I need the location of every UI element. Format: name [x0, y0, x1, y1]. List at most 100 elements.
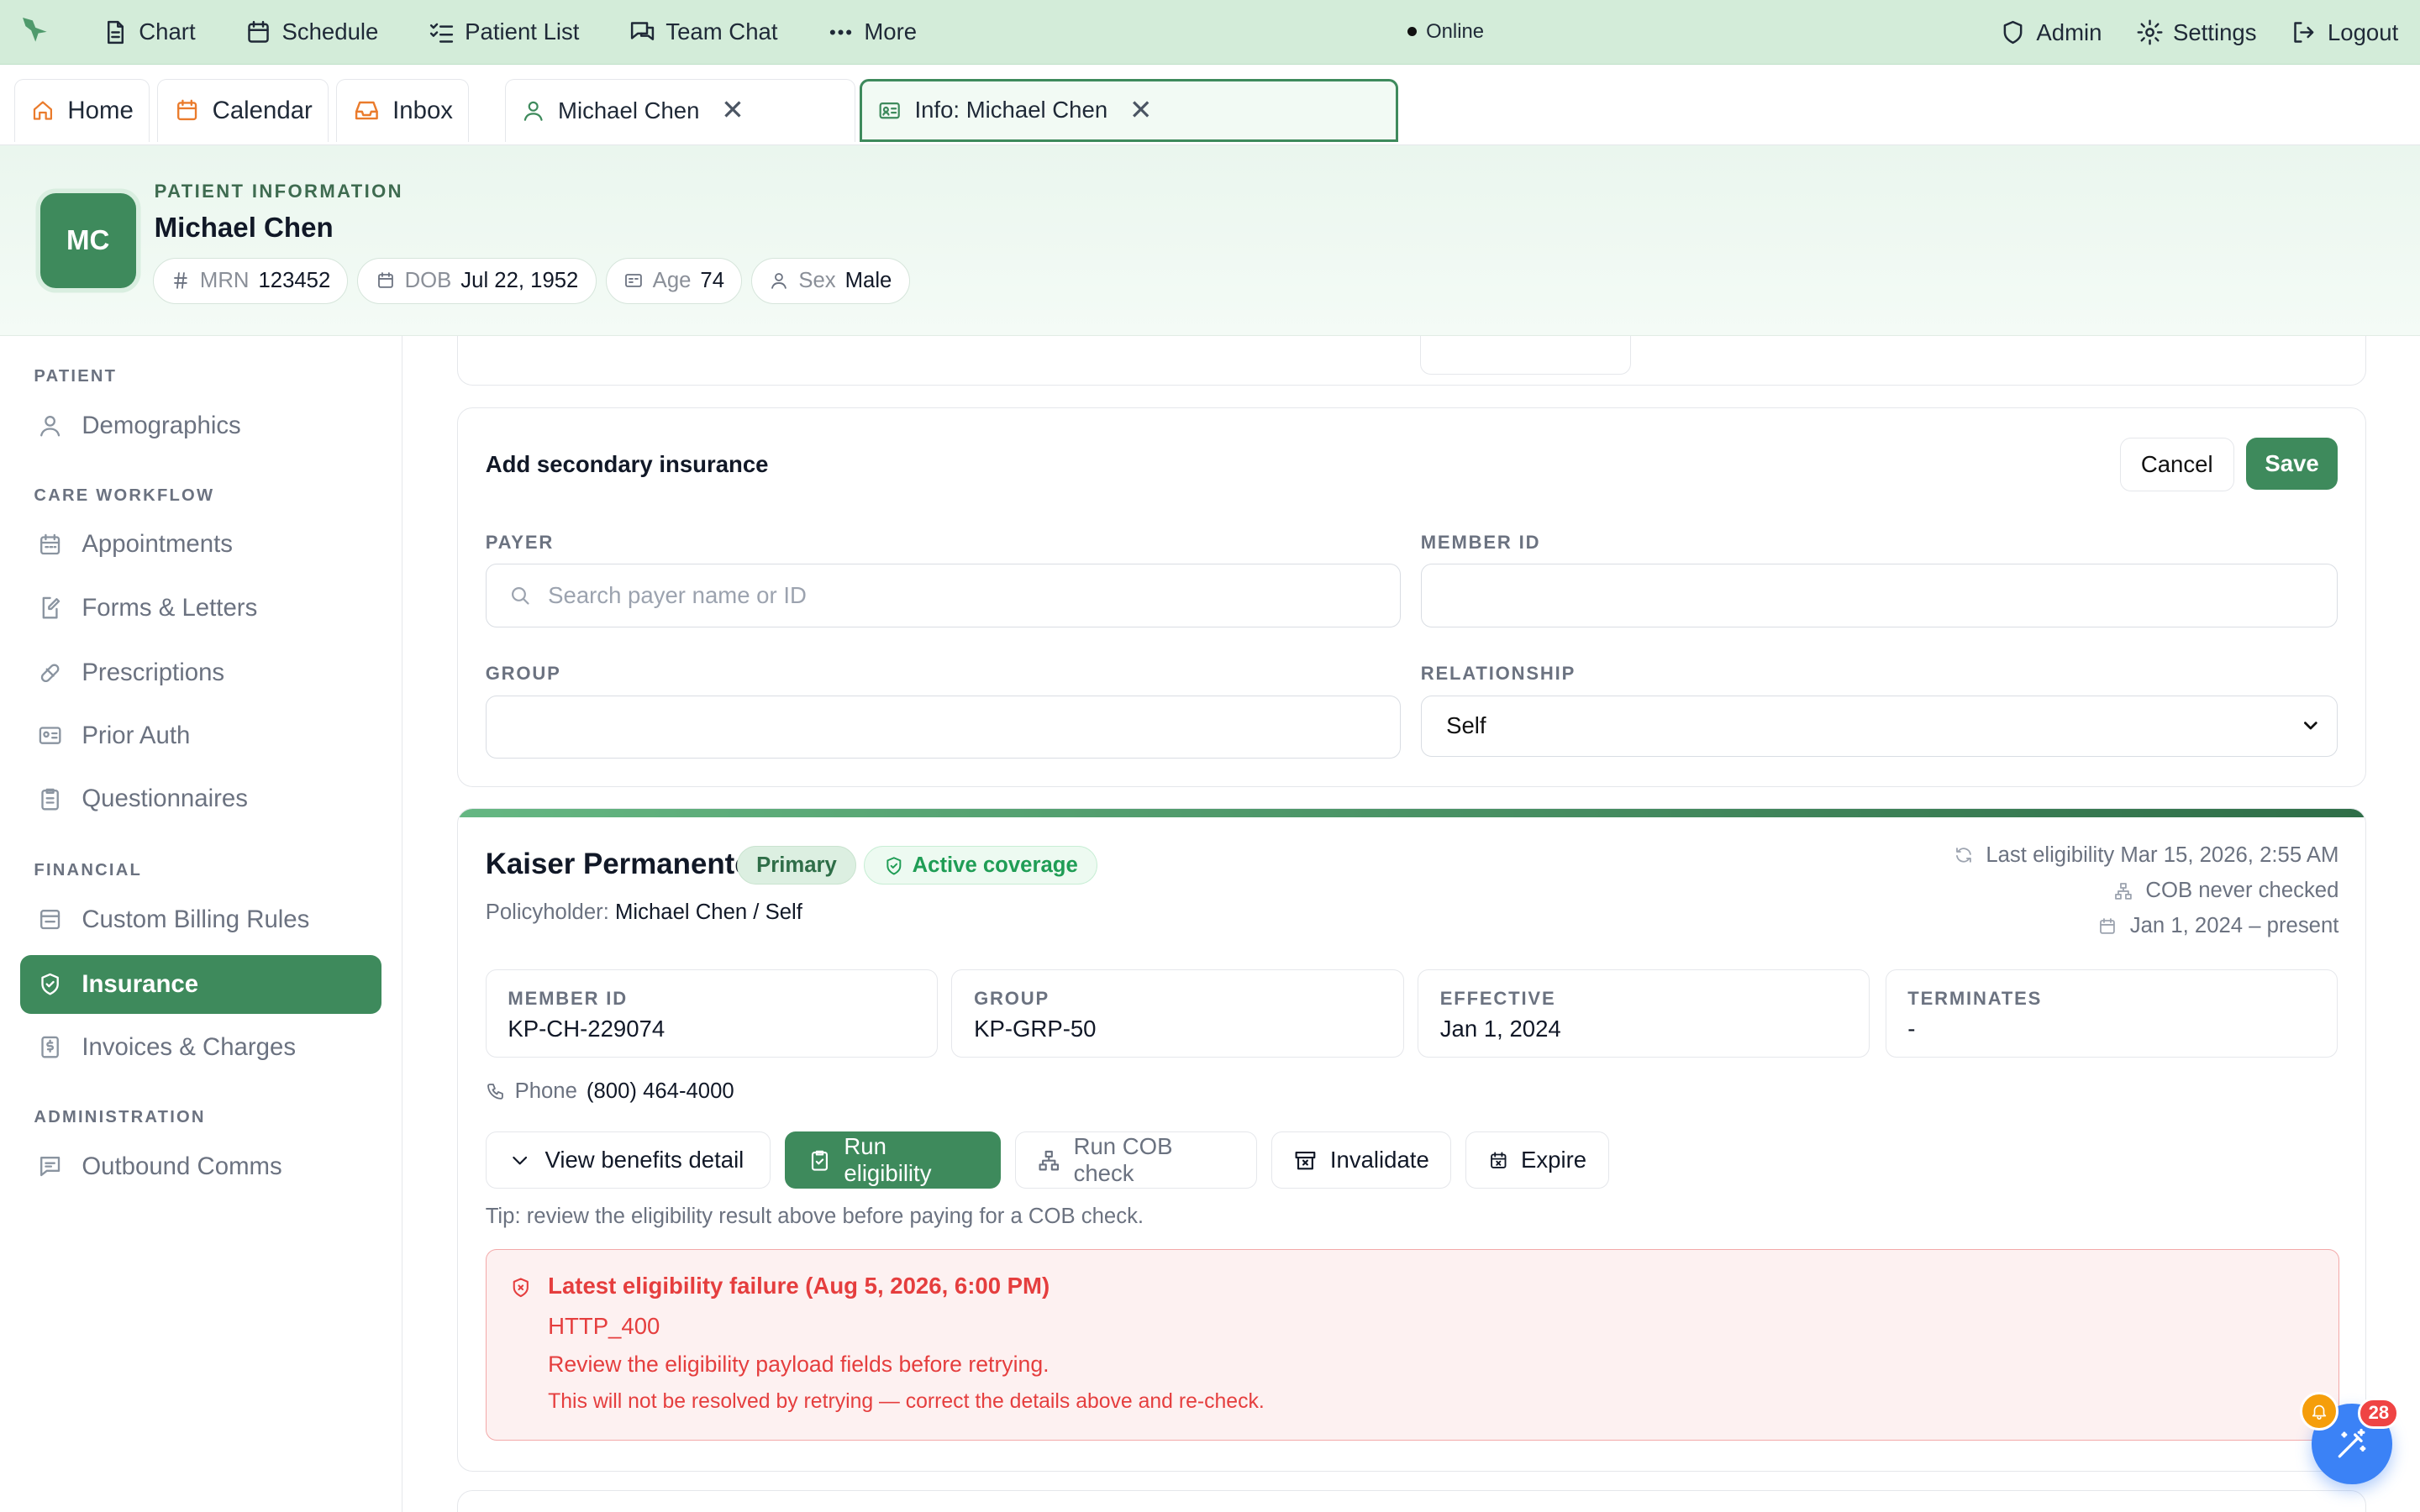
sidebar: PATIENT Demographics CARE WORKFLOW Appoi… [0, 336, 403, 1512]
hierarchy-icon [2114, 882, 2132, 900]
bell-icon [2312, 1404, 2326, 1420]
sidebar-item-forms-letters[interactable]: Forms & Letters [20, 579, 381, 638]
sex-chip: Sex Male [751, 257, 910, 304]
run-eligibility-button[interactable]: Run eligibility [785, 1131, 1002, 1189]
status-dot [1407, 27, 1418, 37]
user-icon [771, 273, 787, 290]
field-value: - [1907, 1015, 1916, 1042]
sidebar-item-custom-billing-rules[interactable]: Custom Billing Rules [20, 890, 381, 949]
dob-value: Jul 22, 1952 [460, 268, 579, 292]
sidebar-section-patient: PATIENT [34, 367, 118, 386]
view-benefits-button[interactable]: View benefits detail [485, 1131, 771, 1189]
secondary-insurance-form: Add secondary insurance Cancel Save PAYE… [456, 407, 2366, 787]
shield-x-icon [513, 1278, 529, 1298]
sidebar-item-appointments[interactable]: Appointments [20, 515, 381, 574]
payer-phone: Phone (800) 464-4000 [486, 1079, 734, 1104]
sidebar-item-label: Prior Auth [82, 722, 191, 750]
nav-schedule[interactable]: Schedule [245, 18, 378, 46]
sidebar-section-administration: ADMINISTRATION [34, 1107, 206, 1126]
policyholder-value: Michael Chen / Self [615, 900, 802, 924]
sidebar-item-prescriptions[interactable]: Prescriptions [20, 643, 381, 702]
nav-admin-label: Admin [2036, 18, 2102, 45]
close-tab-icon[interactable]: ✕ [1129, 97, 1153, 124]
primary-badge: Primary [737, 846, 856, 885]
sidebar-item-label: Questionnaires [82, 785, 248, 813]
relationship-select[interactable]: Self [1420, 695, 2338, 757]
close-tab-icon[interactable]: ✕ [721, 97, 744, 124]
calendar-icon [248, 20, 270, 43]
hierarchy-icon [1039, 1150, 1060, 1170]
run-cob-check-button[interactable]: Run COB check [1014, 1131, 1258, 1189]
effective-box: EFFECTIVE Jan 1, 2024 [1418, 969, 1870, 1058]
last-eligibility: Last eligibility Mar 15, 2026, 2:55 AM [1954, 843, 2339, 868]
nav-chart[interactable]: Chart [102, 18, 196, 46]
tab-info-michael-chen[interactable]: Info: Michael Chen ✕ [860, 78, 1399, 142]
error-code: HTTP_400 [548, 1313, 660, 1340]
notification-bell[interactable] [2299, 1391, 2338, 1431]
nav-settings[interactable]: Settings [2136, 18, 2257, 46]
search-icon [512, 587, 529, 605]
member-id-field[interactable] [1420, 564, 2338, 627]
payer-search-input[interactable]: Search payer name or ID [485, 564, 1401, 627]
nav-patient-list[interactable]: Patient List [428, 18, 579, 46]
group-field[interactable] [485, 695, 1401, 759]
calendar-icon [377, 272, 393, 289]
tab-home[interactable]: Home [13, 78, 150, 142]
patient-name: Michael Chen [154, 213, 334, 244]
sidebar-item-label: Insurance [82, 969, 199, 998]
tab-patient-michael-chen[interactable]: Michael Chen ✕ [504, 78, 855, 142]
member-id-box: MEMBER ID KP-CH-229074 [485, 969, 938, 1058]
error-message: Review the eligibility payload fields be… [548, 1352, 1050, 1378]
invalidate-button[interactable]: Invalidate [1270, 1131, 1452, 1189]
nav-chart-label: Chart [139, 18, 196, 45]
top-navbar: Chart Schedule Patient List Team Chat Mo… [0, 0, 2420, 66]
id-card-icon [624, 274, 642, 288]
sidebar-item-outbound-comms[interactable]: Outbound Comms [20, 1137, 381, 1196]
dots-icon [830, 29, 852, 35]
nav-more[interactable]: More [827, 18, 917, 46]
payer-name: Kaiser Permanente [485, 848, 751, 881]
home-icon [33, 101, 52, 120]
nav-team-chat[interactable]: Team Chat [629, 18, 778, 46]
sidebar-item-label: Forms & Letters [82, 593, 258, 622]
status-badge: Active coverage [863, 846, 1097, 885]
tab-calendar[interactable]: Calendar [157, 78, 329, 142]
age-key: Age [652, 268, 692, 292]
cancel-button[interactable]: Cancel [2119, 437, 2234, 492]
sidebar-item-demographics[interactable]: Demographics [20, 396, 381, 455]
mrn-value: 123452 [258, 268, 331, 292]
shield-check-icon [886, 856, 902, 875]
nav-admin[interactable]: Admin [1999, 18, 2102, 46]
sidebar-item-label: Outbound Comms [82, 1152, 282, 1180]
expire-button[interactable]: Expire [1465, 1131, 1609, 1189]
sidebar-item-label: Appointments [82, 530, 233, 559]
previous-card [456, 336, 2366, 386]
nav-logout[interactable]: Logout [2291, 18, 2398, 46]
terminates-box: TERMINATES - [1885, 969, 2338, 1058]
group-label: GROUP [485, 662, 561, 684]
chevron-down-icon [513, 1156, 528, 1165]
cob-status: COB never checked [2113, 879, 2339, 903]
app-logo-icon[interactable] [18, 13, 55, 50]
sidebar-item-questionnaires[interactable]: Questionnaires [20, 770, 381, 829]
sidebar-section-financial: FINANCIAL [34, 860, 143, 879]
id-card-icon [879, 102, 901, 118]
cob-status-text: COB never checked [2145, 879, 2339, 903]
last-eligibility-text: Last eligibility Mar 15, 2026, 2:55 AM [1986, 843, 2339, 867]
save-button[interactable]: Save [2246, 437, 2338, 491]
previous-card-button[interactable] [1419, 336, 1632, 375]
tab-inbox[interactable]: Inbox [336, 78, 470, 142]
user-icon [40, 416, 60, 437]
error-title: Latest eligibility failure (Aug 5, 2026,… [548, 1273, 1050, 1299]
field-label: TERMINATES [1907, 987, 2043, 1009]
sidebar-item-label: Demographics [82, 411, 241, 439]
sidebar-item-insurance[interactable]: Insurance [19, 954, 381, 1014]
sidebar-item-prior-auth[interactable]: Prior Auth [20, 706, 381, 765]
sidebar-item-invoices-charges[interactable]: Invoices & Charges [20, 1018, 381, 1077]
online-status: Online [1407, 20, 1484, 44]
tab-bar: Home Calendar Inbox Michael Chen ✕ Info:… [0, 65, 2420, 145]
form-title: Add secondary insurance [485, 451, 769, 478]
tab-home-label: Home [67, 96, 134, 124]
coverage-accent-bar [457, 809, 2365, 817]
tab-inbox-label: Inbox [392, 96, 453, 124]
